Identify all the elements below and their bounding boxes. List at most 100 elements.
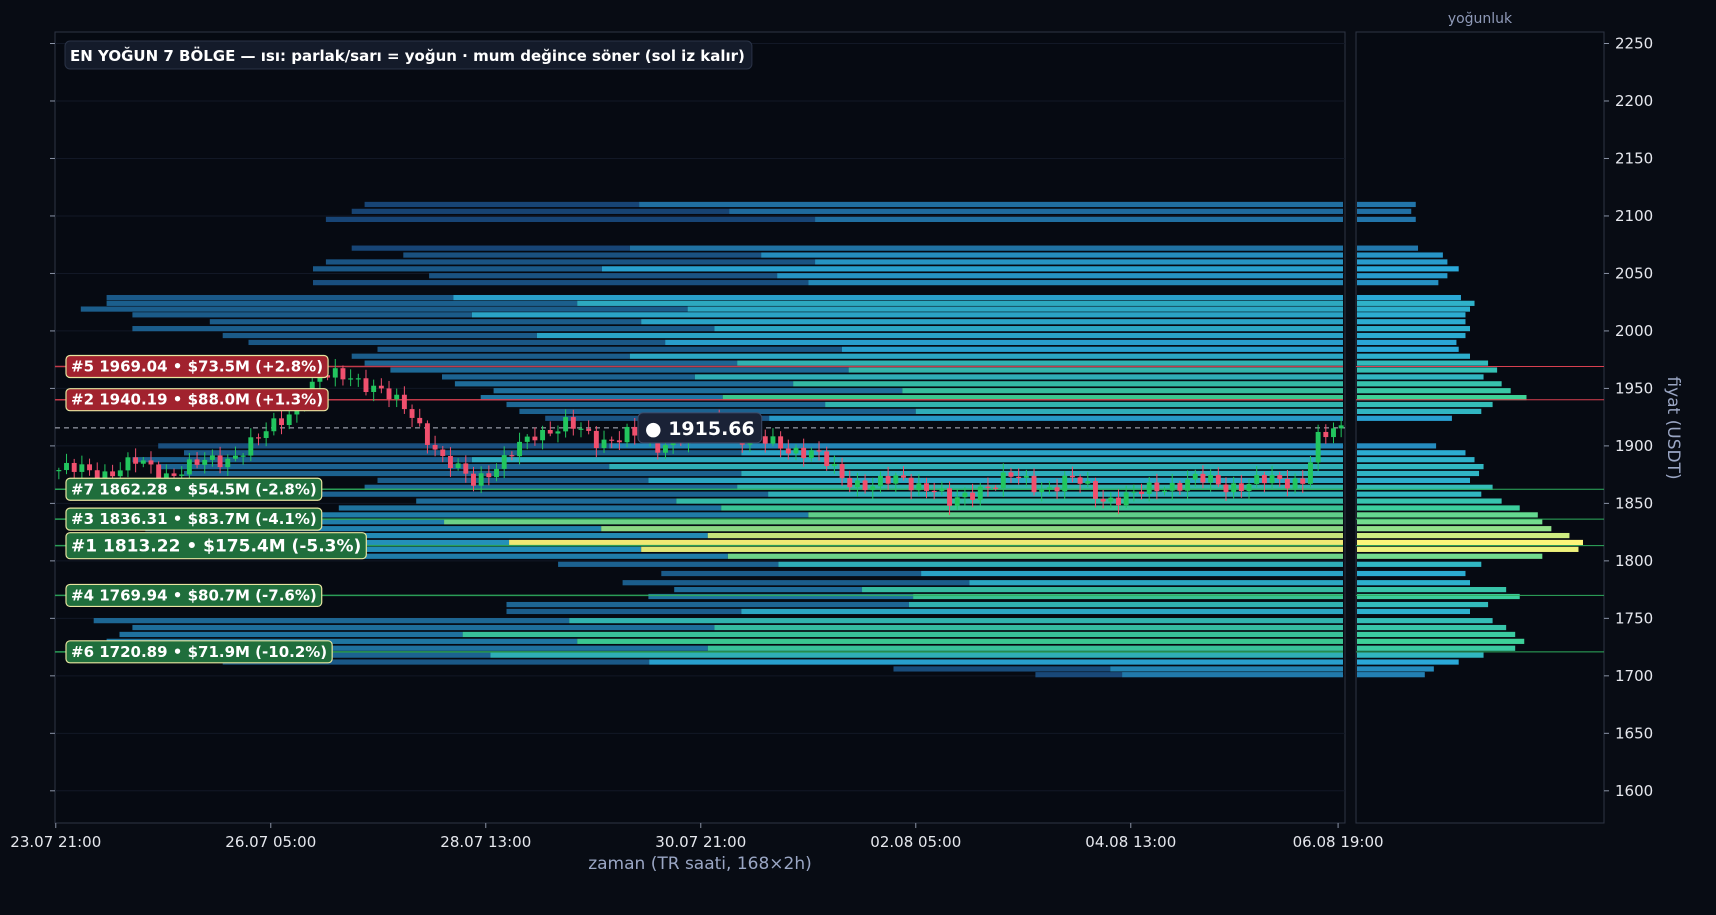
candle-body (870, 486, 876, 491)
candle-body (1008, 472, 1014, 477)
candle-body (939, 488, 945, 492)
density-bar (1357, 201, 1416, 208)
heat-band (793, 381, 1343, 387)
chart-title: EN YOĞUN 7 BÖLGE — ısı: parlak/sarı = yo… (70, 46, 745, 65)
current-price-label: ● 1915.66 (645, 418, 755, 440)
heat-band (769, 415, 1343, 421)
candle-body (171, 473, 177, 476)
heat-band (1122, 672, 1343, 678)
y-tick-label: 2100 (1615, 207, 1653, 225)
heat-band (862, 587, 1343, 593)
density-bar (1357, 319, 1466, 325)
density-bar (1357, 300, 1475, 306)
candle-body (1131, 491, 1137, 493)
candle-body (1331, 428, 1336, 438)
density-bar (1357, 553, 1543, 559)
candle-body (455, 463, 461, 469)
x-tick-label: 30.07 21:00 (655, 833, 746, 851)
density-bar (1357, 645, 1516, 651)
heat-band (808, 280, 1343, 286)
candle-body (1215, 474, 1221, 485)
candle-body (225, 458, 231, 468)
candle-body (1146, 482, 1152, 494)
zone-label-text: #1 1813.22 • $175.4M (-5.3%) (71, 537, 361, 557)
candle-body (1046, 487, 1052, 490)
density-bar (1357, 374, 1484, 380)
density-bar (1357, 443, 1437, 449)
heat-band (471, 457, 1344, 463)
heat-band (714, 624, 1343, 631)
candle-body (1300, 478, 1306, 484)
heat-band (471, 312, 1344, 318)
y-tick-label: 1800 (1615, 552, 1653, 570)
x-tick-label: 26.07 05:00 (225, 833, 316, 851)
candle-body (1039, 489, 1045, 493)
heat-band-trail (132, 312, 472, 318)
heat-band (629, 245, 1343, 251)
heat-band (649, 659, 1343, 665)
candle-body (501, 455, 507, 469)
candle-body (962, 492, 968, 498)
density-bar (1357, 353, 1470, 359)
zone-label-text: #7 1862.28 • $54.5M (-2.8%) (71, 480, 317, 498)
candle-body (632, 426, 638, 436)
side-plot-frame (1355, 31, 1605, 824)
heat-band (639, 201, 1343, 208)
candle-body (348, 378, 354, 380)
y-tick-label: 1900 (1615, 437, 1653, 455)
candle-body (340, 368, 346, 380)
heat-band (577, 638, 1343, 644)
heat-band-trail (506, 401, 826, 408)
y-tick-label: 1650 (1615, 724, 1653, 742)
heat-band (694, 374, 1343, 380)
candle-body (363, 378, 369, 392)
heat-band-trail (493, 388, 903, 394)
heat-band (707, 532, 1343, 539)
heat-band (825, 401, 1343, 408)
density-bar (1357, 415, 1452, 421)
candle-body (609, 439, 615, 441)
heat-band-trail (390, 367, 849, 373)
candle-body (831, 464, 837, 466)
candle-body (463, 463, 469, 474)
density-bar (1357, 631, 1516, 638)
heat-band (601, 266, 1343, 272)
candle-body (394, 394, 400, 400)
candle-body (1154, 482, 1160, 492)
candle-body (217, 455, 223, 468)
candle-body (1200, 473, 1206, 483)
density-bar (1357, 450, 1466, 456)
heat-band-trail (622, 580, 970, 586)
heat-band (714, 326, 1343, 332)
heat-band-trail (674, 587, 863, 593)
density-bar (1357, 587, 1507, 593)
heat-band-trail (558, 561, 779, 567)
candle-body (547, 430, 553, 434)
candle-body (877, 475, 883, 487)
candle-body (1338, 425, 1344, 429)
candle-body (71, 462, 77, 472)
candle-body (1092, 481, 1098, 499)
heat-band (648, 477, 1343, 483)
density-bar (1357, 618, 1493, 624)
heat-band (641, 319, 1343, 325)
candle-body (1123, 492, 1129, 506)
y-tick-label: 2050 (1615, 264, 1653, 282)
heat-band (761, 252, 1343, 258)
candle-body (555, 431, 561, 434)
density-bar (1357, 526, 1552, 532)
x-tick-label: 02.08 05:00 (870, 833, 961, 851)
heat-band-trail (442, 374, 695, 380)
candle-body (524, 436, 530, 442)
candle-body (847, 478, 853, 488)
density-bar (1357, 512, 1538, 518)
heat-band-trail (403, 252, 762, 258)
candle-body (110, 471, 116, 477)
heat-band (601, 526, 1343, 532)
candle-body (854, 480, 860, 488)
heat-band-trail (377, 477, 649, 483)
heat-band-trail (1035, 672, 1123, 678)
candle-body (1185, 479, 1191, 491)
density-bar (1357, 477, 1470, 483)
heat-band-trail (106, 300, 578, 306)
